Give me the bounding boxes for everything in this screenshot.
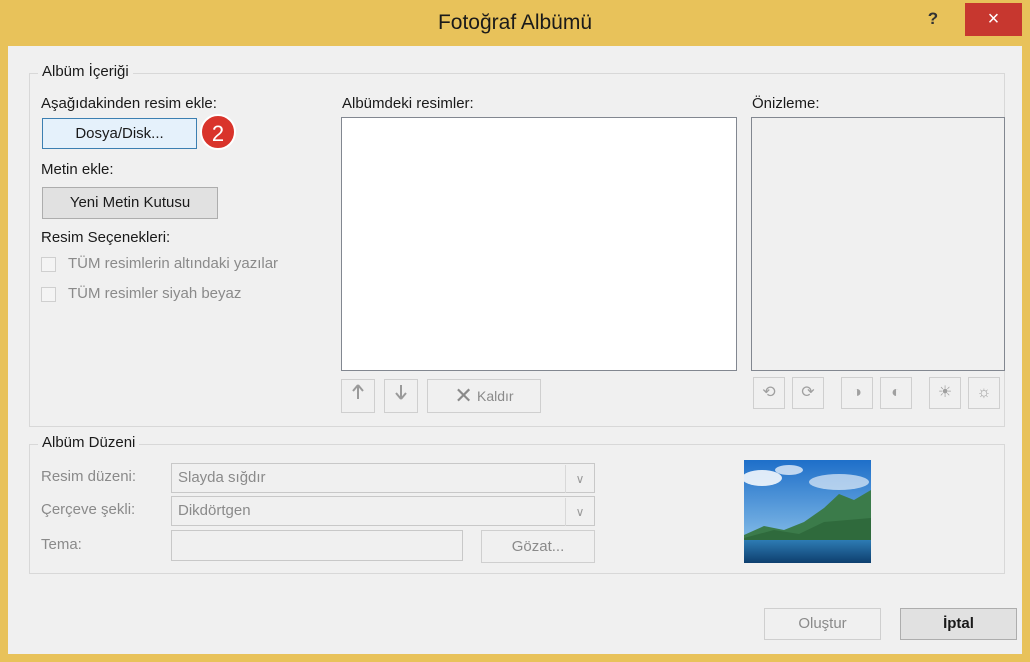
create-button[interactable]: Oluştur bbox=[764, 608, 881, 640]
frame-shape-value: Dikdörtgen bbox=[178, 502, 251, 519]
theme-input[interactable] bbox=[171, 530, 463, 561]
captions-checkbox-label: TÜM resimlerin altındaki yazılar bbox=[68, 255, 279, 272]
title-bar: Fotoğraf Albümü ? × bbox=[0, 0, 1030, 46]
contrast-down-icon[interactable]: ◐ bbox=[880, 377, 912, 409]
brightness-down-icon[interactable]: ☼ bbox=[968, 377, 1000, 409]
close-button[interactable]: × bbox=[965, 3, 1022, 36]
file-disk-button[interactable]: Dosya/Disk... bbox=[42, 118, 197, 149]
frame-shape-label: Çerçeve şekli: bbox=[41, 501, 136, 518]
preview-box bbox=[751, 117, 1005, 371]
bw-checkbox-label: TÜM resimler siyah beyaz bbox=[68, 285, 242, 302]
browse-button-label: Gözat... bbox=[511, 538, 565, 555]
down-arrow-icon[interactable] bbox=[384, 379, 418, 413]
insert-from-label: Aşağıdakinden resim ekle: bbox=[41, 95, 217, 112]
captions-checkbox[interactable] bbox=[41, 257, 56, 272]
contrast-up-icon[interactable]: ◑ bbox=[841, 377, 873, 409]
theme-label: Tema: bbox=[41, 536, 82, 553]
new-textbox-button-label: Yeni Metin Kutusu bbox=[69, 194, 191, 211]
pictures-in-album-label: Albümdeki resimler: bbox=[342, 95, 474, 112]
help-button[interactable]: ? bbox=[916, 6, 950, 32]
rotate-right-icon[interactable]: ⟳ bbox=[792, 377, 824, 409]
insert-text-label: Metin ekle: bbox=[41, 161, 114, 178]
bw-checkbox[interactable] bbox=[41, 287, 56, 302]
new-textbox-button[interactable]: Yeni Metin Kutusu bbox=[42, 187, 218, 219]
frame-shape-select[interactable]: Dikdörtgen ∨ bbox=[171, 496, 595, 526]
up-arrow-icon[interactable] bbox=[341, 379, 375, 413]
remove-button-label: Kaldır bbox=[477, 388, 514, 404]
brightness-up-icon[interactable]: ☀ bbox=[929, 377, 961, 409]
photo-album-dialog: Fotoğraf Albümü ? × Albüm İçeriği Aşağıd… bbox=[0, 0, 1030, 662]
rotate-left-icon[interactable]: ⟲ bbox=[753, 377, 785, 409]
remove-button[interactable]: ✕ Kaldır bbox=[427, 379, 541, 413]
file-disk-button-label: Dosya/Disk... bbox=[75, 125, 164, 142]
cancel-button[interactable]: İptal bbox=[900, 608, 1017, 640]
album-layout-legend: Albüm Düzeni bbox=[38, 434, 140, 451]
step-badge: 2 bbox=[200, 114, 236, 150]
picture-layout-label: Resim düzeni: bbox=[41, 468, 137, 485]
picture-layout-select[interactable]: Slayda sığdır ∨ bbox=[171, 463, 595, 493]
dialog-title: Fotoğraf Albümü bbox=[437, 11, 593, 34]
chevron-down-icon: ∨ bbox=[565, 465, 594, 493]
chevron-down-icon: ∨ bbox=[565, 498, 594, 526]
preview-label: Önizleme: bbox=[752, 95, 820, 112]
cancel-button-label: İptal bbox=[943, 615, 974, 632]
create-button-label: Oluştur bbox=[798, 615, 847, 632]
browse-button[interactable]: Gözat... bbox=[481, 530, 595, 563]
picture-layout-value: Slayda sığdır bbox=[178, 469, 266, 486]
album-content-legend: Albüm İçeriği bbox=[38, 63, 133, 80]
picture-options-label: Resim Seçenekleri: bbox=[41, 229, 171, 246]
pictures-in-album-list[interactable] bbox=[341, 117, 737, 371]
dialog-body: Albüm İçeriği Aşağıdakinden resim ekle: … bbox=[8, 46, 1022, 654]
layout-preview-image bbox=[744, 460, 871, 563]
remove-x-icon: ✕ bbox=[454, 383, 473, 408]
